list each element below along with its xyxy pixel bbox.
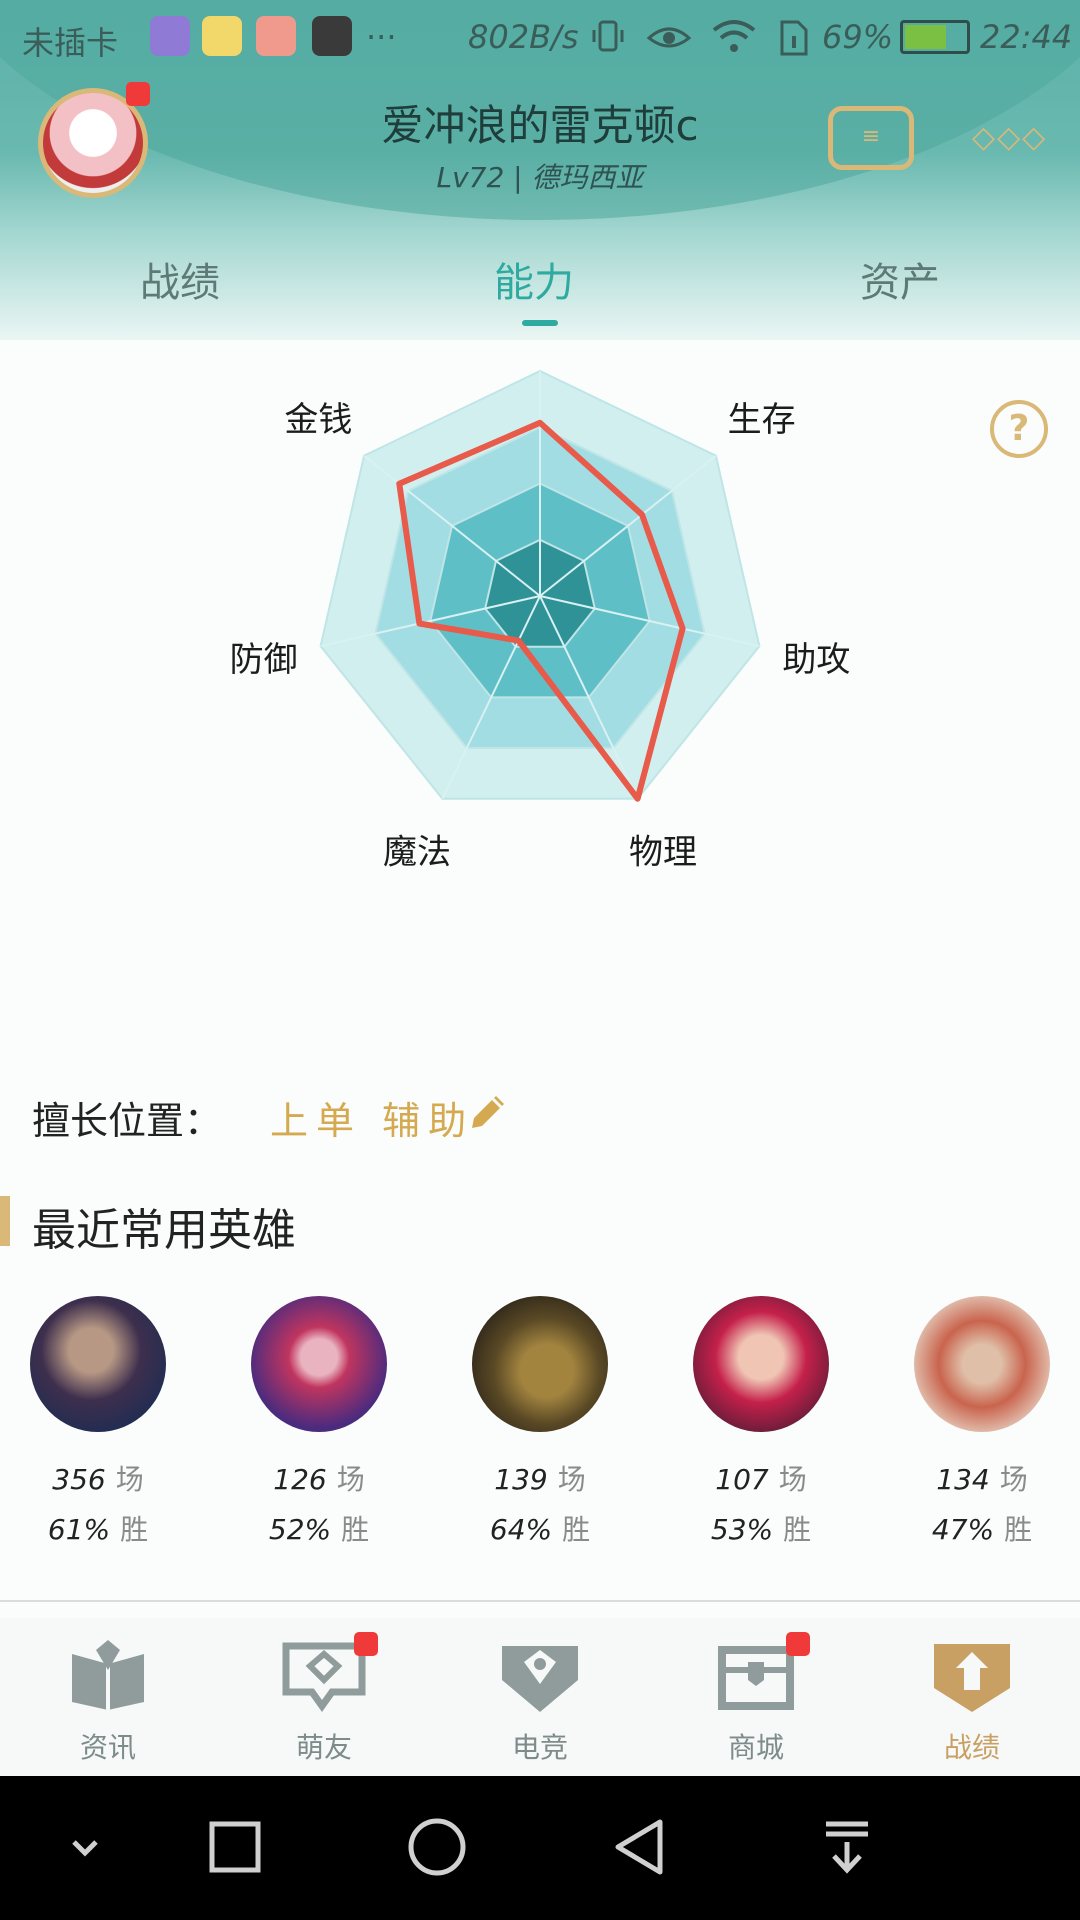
hero-win-rate: 47% 胜 [931,1513,1033,1546]
hero-games-count: 126 场 [273,1463,365,1496]
hero-card[interactable]: 356 场 61% 胜 [30,1296,166,1546]
recent-heroes-title: 最近常用英雄 [32,1205,296,1256]
hero-win-rate: 52% 胜 [268,1513,370,1546]
hero-portrait[interactable] [251,1296,387,1432]
position-value: 上单 辅助 [270,1099,475,1143]
star-app-icon [202,16,242,56]
chat-icon[interactable]: ≡ [828,106,914,170]
active-tab-indicator [522,320,558,326]
app-root: 未插卡 ··· 802B/s 69% 22:44 爱冲浪的雷克顿c Lv72 |… [0,0,1080,1920]
hero-games-count: 356 场 [52,1463,144,1496]
wifi-icon [710,18,758,62]
hero-win-rate: 61% 胜 [47,1513,149,1546]
nav-label: 电竞 [511,1731,568,1764]
edit-position-icon[interactable] [466,1090,510,1134]
ability-radar-chart: 击杀生存助攻物理魔法防御金钱 [230,369,850,872]
player-name: 爱冲浪的雷克顿c [381,101,699,150]
nav-item-record[interactable]: 战绩 [912,1640,1032,1766]
radar-axis-label: 金钱 [284,400,352,440]
hero-portrait[interactable] [693,1296,829,1432]
nav-item-friends[interactable]: 萌友 [264,1632,384,1766]
more-notifications-icon: ··· [366,18,397,56]
gallery-app-icon [150,16,190,56]
player-level-server: Lv72 | 德玛西亚 [436,161,644,194]
bottom-nav: 资讯 萌友 电竞 商城 战绩 [0,1618,1080,1776]
clock: 22:44 [980,18,1073,56]
nav-item-shop[interactable]: 商城 [696,1632,816,1766]
record-crest-icon [934,1644,1010,1712]
hero-win-rate: 53% 胜 [710,1513,812,1546]
nav-divider [0,1600,1080,1602]
hero-card[interactable]: 126 场 52% 胜 [251,1296,387,1546]
radar-axis-label: 防御 [230,640,298,680]
eye-comfort-icon [646,18,692,62]
battery-level-fill [905,25,946,49]
carrier-label: 未插卡 [22,24,119,62]
nav-item-esports[interactable]: 电竞 [480,1640,600,1766]
hero-card[interactable]: 139 场 64% 胜 [472,1296,608,1546]
hero-games-count: 134 场 [936,1463,1028,1496]
section-accent-bar [0,1196,10,1246]
radar-axis-label: 生存 [728,400,796,440]
news-book-icon [72,1640,144,1710]
radar-axis-label: 助攻 [782,640,850,680]
hero-card[interactable]: 134 场 47% 胜 [914,1296,1050,1546]
nav-label: 萌友 [295,1731,352,1764]
hero-games-count: 139 场 [494,1463,586,1496]
home-icon[interactable] [402,1812,472,1882]
hero-portrait[interactable] [472,1296,608,1432]
tab-assets[interactable]: 资产 [860,250,940,308]
radar-axis-label: 物理 [629,832,697,872]
nav-item-news[interactable]: 资讯 [48,1640,168,1766]
hero-games-count: 107 场 [715,1463,807,1496]
profile-header: 未插卡 ··· 802B/s 69% 22:44 爱冲浪的雷克顿c Lv72 |… [0,0,1080,340]
vibrate-icon [590,18,626,62]
hero-win-rate: 64% 胜 [489,1513,591,1546]
battery-icon [900,20,970,54]
tab-record[interactable]: 战绩 [140,250,220,308]
hide-nav-icon[interactable] [50,1812,120,1882]
back-icon[interactable] [606,1812,676,1882]
hero-portrait[interactable] [914,1296,1050,1432]
nav-label: 战绩 [943,1731,1000,1764]
friends-badge [354,1632,378,1656]
nav-label: 资讯 [79,1731,136,1764]
network-speed: 802B/s [468,18,579,56]
shop-badge [786,1632,810,1656]
status-bar: 未插卡 ··· 802B/s 69% 22:44 [0,0,1080,76]
recent-apps-icon[interactable] [200,1812,270,1882]
game-app-icon [312,16,352,56]
nav-label: 商城 [727,1731,784,1764]
esports-shield-icon [502,1646,578,1712]
hero-card[interactable]: 107 场 53% 胜 [693,1296,829,1546]
radar-axis-label: 魔法 [383,832,451,872]
pig-app-icon [256,16,296,56]
more-options-icon[interactable]: ◇◇◇ [972,120,1047,155]
system-nav-bar [0,1776,1080,1920]
battery-percent: 69% [822,18,894,56]
no-sim-icon [776,18,812,66]
pull-notifications-icon[interactable] [812,1812,882,1882]
tab-ability[interactable]: 能力 [494,250,574,308]
position-label: 擅长位置： [32,1099,223,1143]
hero-portrait[interactable] [30,1296,166,1432]
